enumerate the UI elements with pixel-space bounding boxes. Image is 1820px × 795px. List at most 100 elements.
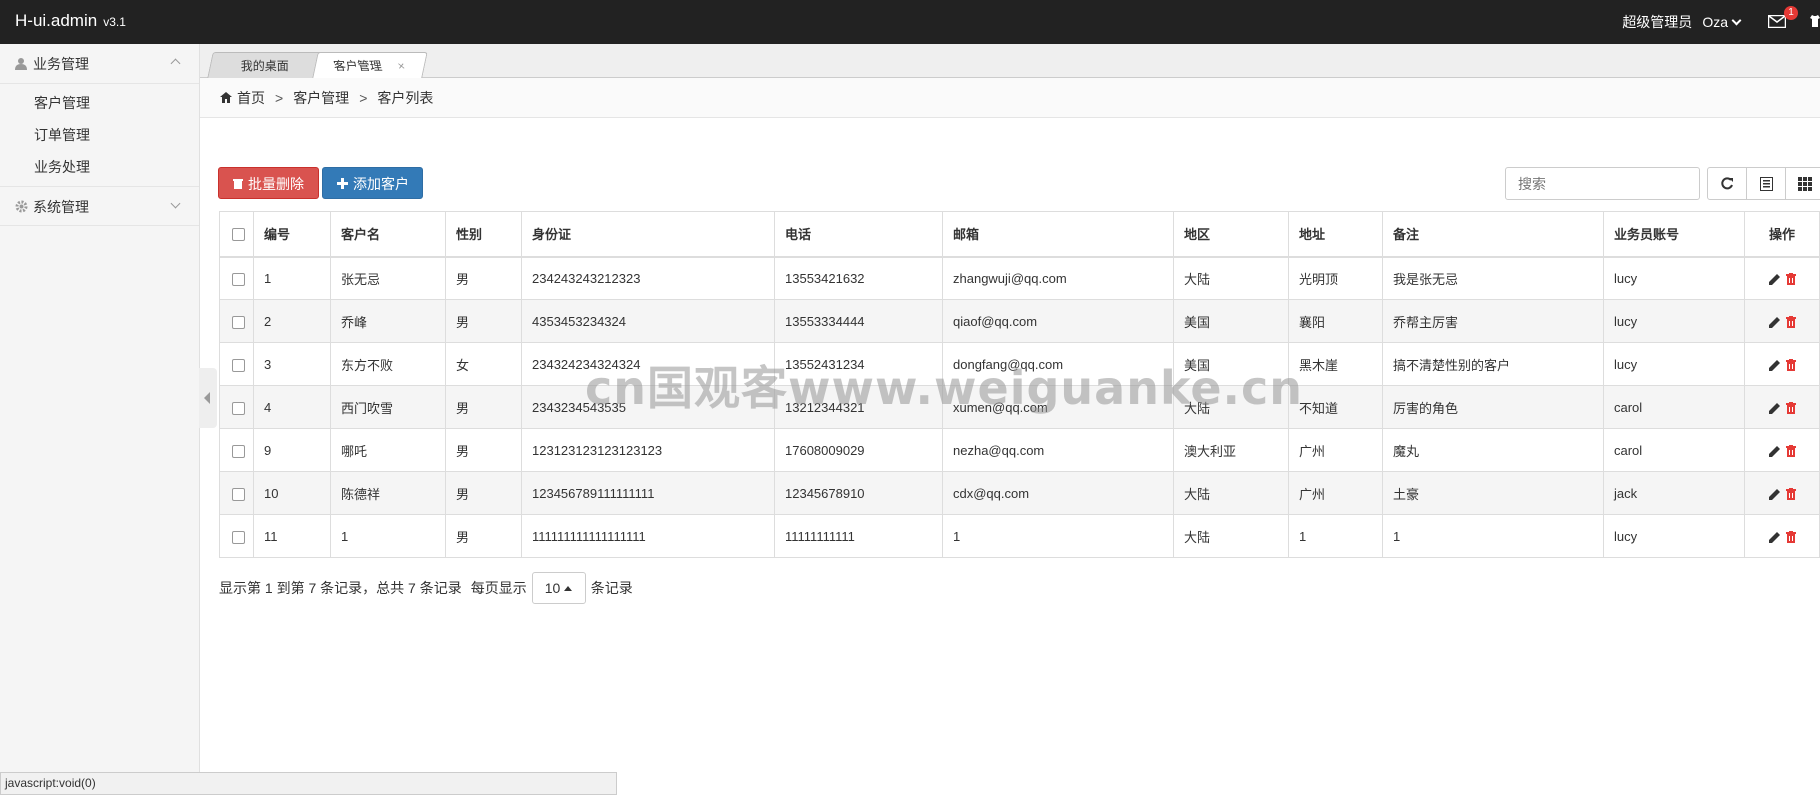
row-checkbox[interactable]: [232, 487, 245, 501]
mail-icon: [1768, 15, 1786, 28]
tab-desktop[interactable]: 我的桌面: [207, 52, 323, 78]
user-icon: [15, 58, 27, 70]
delete-trash-icon[interactable]: [1785, 273, 1796, 286]
delete-trash-icon[interactable]: [1785, 531, 1796, 544]
table-cell: 13553421632: [774, 256, 943, 300]
table-header-row: 编号 客户名 性别 身份证 电话 邮箱 地区 地址 备注 业务员账号 操作: [219, 211, 1820, 258]
table-cell: 西门吹雪: [330, 385, 446, 429]
column-header[interactable]: 客户名: [330, 211, 446, 258]
column-header[interactable]: 地址: [1288, 211, 1383, 258]
edit-pencil-icon[interactable]: [1768, 488, 1780, 500]
edit-pencil-icon[interactable]: [1768, 531, 1780, 543]
table-cell: 搞不清楚性别的客户: [1382, 342, 1604, 386]
tab-label: 我的桌面: [240, 59, 289, 73]
per-page-suffix: 条记录: [590, 580, 633, 596]
skin-button[interactable]: [1810, 15, 1820, 29]
table-row: 1 张无忌男 234243243212323 13553421632 zhangwuji…: [219, 256, 1820, 300]
refresh-button[interactable]: [1707, 167, 1747, 200]
edit-pencil-icon[interactable]: [1768, 273, 1780, 285]
delete-trash-icon[interactable]: [1785, 488, 1796, 501]
per-page-prefix: 每页显示: [470, 580, 527, 596]
edit-pencil-icon[interactable]: [1768, 445, 1780, 457]
table-cell: nezha@qq.com: [942, 428, 1174, 472]
table-cell: 美国: [1173, 299, 1289, 343]
toggle-view-button[interactable]: [1746, 167, 1786, 200]
table-cell: 光明顶: [1288, 256, 1383, 300]
table-cell: 女: [445, 342, 522, 386]
column-header[interactable]: 身份证: [521, 211, 775, 258]
table-cell: cdx@qq.com: [942, 471, 1174, 515]
select-all-checkbox[interactable]: [232, 228, 245, 242]
row-checkbox[interactable]: [232, 530, 245, 544]
breadcrumb-level2[interactable]: 客户管理: [293, 79, 349, 117]
table-cell: 张无忌: [330, 256, 446, 300]
table-cell: 3: [253, 342, 331, 386]
page-size-select[interactable]: 10: [531, 572, 586, 604]
pagination-info: 显示第 1 到第 7 条记录，总共 7 条记录 每页显示 10 条记录: [219, 572, 633, 604]
batch-delete-button[interactable]: 批量删除: [218, 167, 319, 199]
brand-logo[interactable]: H-ui.admin v3.1: [15, 11, 126, 31]
edit-pencil-icon[interactable]: [1768, 316, 1780, 328]
mail-badge: 1: [1784, 6, 1798, 20]
chevron-down-icon: [170, 198, 181, 209]
table-cell: lucy: [1603, 299, 1745, 343]
table-cell: 10: [253, 471, 331, 515]
row-checkbox[interactable]: [232, 401, 245, 415]
table-cell: 乔帮主厉害: [1382, 299, 1604, 343]
user-menu[interactable]: Oza: [1702, 14, 1742, 30]
row-actions: [1744, 256, 1820, 300]
row-select-cell: [219, 471, 254, 515]
add-customer-button[interactable]: 添加客户: [322, 167, 423, 199]
columns-button[interactable]: [1785, 167, 1820, 200]
edit-pencil-icon[interactable]: [1768, 402, 1780, 414]
sidebar-group-business[interactable]: 业务管理: [0, 44, 199, 84]
sidebar-item-business-process[interactable]: 业务处理: [0, 151, 199, 183]
table-cell: 襄阳: [1288, 299, 1383, 343]
row-actions: [1744, 514, 1820, 558]
table-cell: lucy: [1603, 256, 1745, 300]
search-input[interactable]: [1505, 167, 1700, 200]
row-actions: [1744, 428, 1820, 472]
sidebar-group-system[interactable]: 系统管理: [0, 186, 199, 226]
gear-icon: [15, 200, 28, 213]
edit-pencil-icon[interactable]: [1768, 359, 1780, 371]
top-right-area: 超级管理员 Oza 1: [1622, 0, 1820, 44]
row-select-cell: [219, 342, 254, 386]
mail-button[interactable]: 1: [1768, 6, 1798, 29]
column-header[interactable]: 地区: [1173, 211, 1289, 258]
column-header[interactable]: 邮箱: [942, 211, 1174, 258]
table-cell: carol: [1603, 385, 1745, 429]
column-header[interactable]: 编号: [253, 211, 331, 258]
row-checkbox[interactable]: [232, 358, 245, 372]
sidebar-collapse-toggle[interactable]: [199, 368, 217, 428]
delete-trash-icon[interactable]: [1785, 445, 1796, 458]
table-cell: 男: [445, 514, 522, 558]
table-cell: 234243243212323: [521, 256, 775, 300]
column-header[interactable]: 性别: [445, 211, 522, 258]
table-cell: 男: [445, 471, 522, 515]
table-row: 11 1 男 111111111111111111 11111111111 1 大陆 1 1 lu…: [219, 514, 1820, 558]
column-header[interactable]: 电话: [774, 211, 943, 258]
table-cell: 1: [942, 514, 1174, 558]
row-checkbox[interactable]: [232, 272, 245, 286]
delete-trash-icon[interactable]: [1785, 359, 1796, 372]
column-header[interactable]: 备注: [1382, 211, 1604, 258]
breadcrumb-home[interactable]: 首页: [237, 79, 265, 117]
sidebar-item-customers[interactable]: 客户管理: [0, 87, 199, 119]
table-cell: lucy: [1603, 342, 1745, 386]
delete-trash-icon[interactable]: [1785, 316, 1796, 329]
table-cell: 广州: [1288, 428, 1383, 472]
delete-trash-icon[interactable]: [1785, 402, 1796, 415]
table-cell: 土豪: [1382, 471, 1604, 515]
close-icon[interactable]: ×: [396, 53, 409, 79]
table-cell: 1: [1382, 514, 1604, 558]
table-cell: 4: [253, 385, 331, 429]
tab-customer-management[interactable]: 客户管理 ×: [312, 52, 428, 78]
breadcrumb-separator: >: [359, 89, 368, 106]
row-select-cell: [219, 299, 254, 343]
table-cell: zhangwuji@qq.com: [942, 256, 1174, 300]
sidebar-item-orders[interactable]: 订单管理: [0, 119, 199, 151]
row-checkbox[interactable]: [232, 315, 245, 329]
row-checkbox[interactable]: [232, 444, 245, 458]
column-header[interactable]: 业务员账号: [1603, 211, 1745, 258]
